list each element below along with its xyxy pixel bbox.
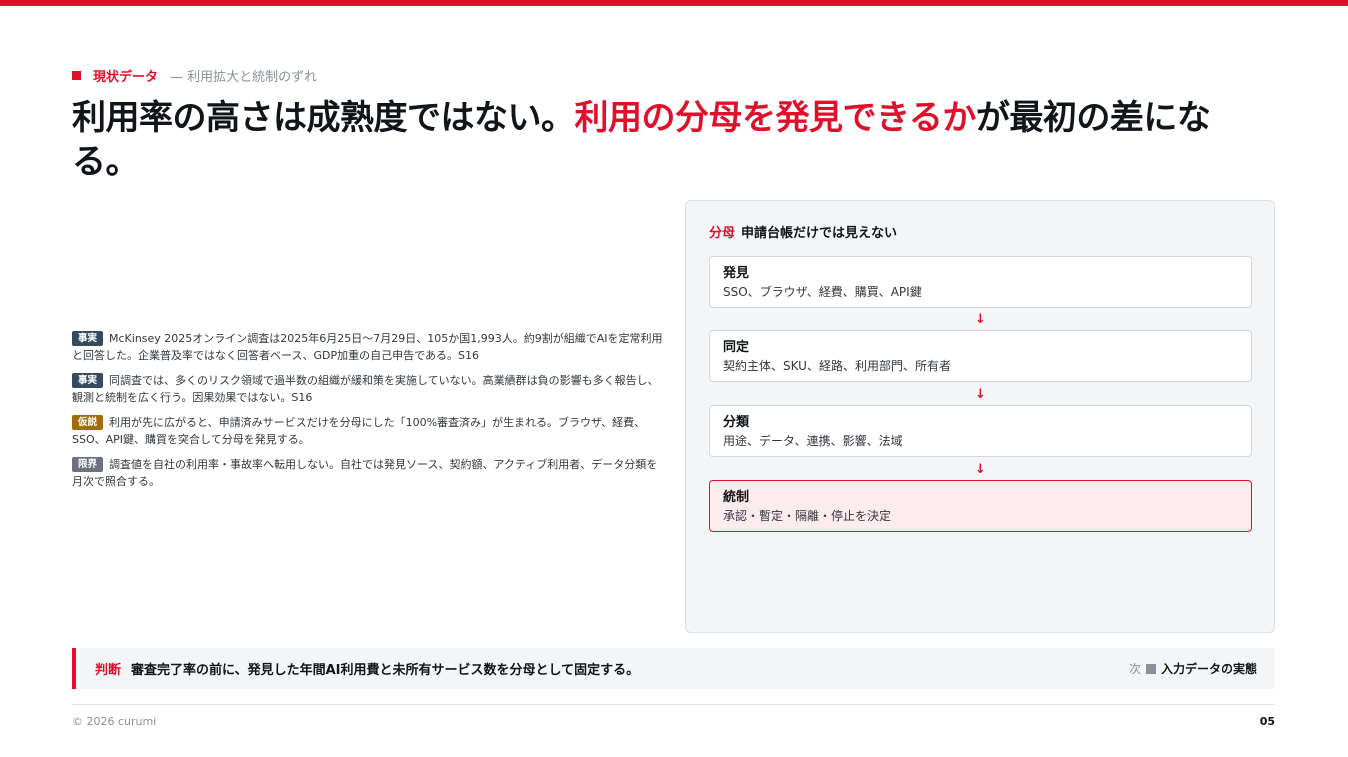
footer-divider <box>72 704 1275 705</box>
panel-heading: 分母 申請台帳だけでは見えない <box>709 222 897 241</box>
fact-tag: 事実 <box>72 331 104 346</box>
flow-step-discover: 発見 SSO、ブラウザ、経費、購買、API鍵 <box>709 256 1252 308</box>
flow-step-identify: 同定 契約主体、SKU、経路、利用部門、所有者 <box>709 330 1252 382</box>
copyright: © 2026 curumi <box>72 715 157 728</box>
flow-step-classify: 分類 用途、データ、連携、影響、法域 <box>709 405 1252 457</box>
note-text: McKinsey 2025オンライン調査は2025年6月25日〜7月29日、10… <box>72 332 663 362</box>
note-text: 利用が先に広がると、申請済みサービスだけを分母にした「100%審査済み」が生まれ… <box>72 416 646 446</box>
kicker-subtitle: — 利用拡大と統制のずれ <box>170 70 318 85</box>
step-description: 用途、データ、連携、影響、法域 <box>723 434 903 448</box>
denominator-flow-panel: 分母 申請台帳だけでは見えない 発見 SSO、ブラウザ、経費、購買、API鍵 ↓ … <box>685 200 1275 633</box>
step-title: 統制 <box>723 490 750 505</box>
next-section-label: 入力データの実態 <box>1160 662 1257 676</box>
panel-heading-accent: 分母 <box>709 226 736 241</box>
fact-tag: 事実 <box>72 373 104 388</box>
panel-heading-text: 申請台帳だけでは見えない <box>741 226 898 241</box>
note-text: 同調査では、多くのリスク領域で過半数の組織が緩和策を実施していない。高業績群は負… <box>72 374 659 404</box>
evidence-notes: 事実 McKinsey 2025オンライン調査は2025年6月25日〜7月29日、… <box>72 330 664 498</box>
kicker-square-icon <box>72 71 81 80</box>
title-highlight: 利用の分母を発見できるか <box>574 98 977 138</box>
limit-tag: 限界 <box>72 457 104 472</box>
next-word: 次 <box>1128 662 1141 676</box>
kicker-label: 現状データ <box>93 70 159 85</box>
step-description: SSO、ブラウザ、経費、購買、API鍵 <box>723 285 922 299</box>
note-item: 事実 McKinsey 2025オンライン調査は2025年6月25日〜7月29日、… <box>72 330 664 364</box>
title-part-1: 利用率の高さは成熟度ではない。 <box>72 98 575 138</box>
flow-step-govern: 統制 承認・暫定・隔離・停止を決定 <box>709 480 1252 532</box>
down-arrow-icon: ↓ <box>975 462 986 477</box>
step-title: 同定 <box>723 340 750 355</box>
note-item: 限界 調査値を自社の利用率・事故率へ転用しない。自社では発見ソース、契約額、アクテ… <box>72 456 664 490</box>
note-item: 事実 同調査では、多くのリスク領域で過半数の組織が緩和策を実施していない。高業績群… <box>72 372 664 406</box>
slide-title: 利用率の高さは成熟度ではない。利用の分母を発見できるかが最初の差になる。 <box>72 96 1272 184</box>
top-accent-bar <box>0 0 1348 6</box>
note-text: 調査値を自社の利用率・事故率へ転用しない。自社では発見ソース、契約額、アクティブ… <box>72 458 658 488</box>
next-section-hint: 次 入力データの実態 <box>1129 648 1257 689</box>
step-description: 承認・暫定・隔離・停止を決定 <box>723 509 892 523</box>
page-number: 05 <box>1259 715 1275 728</box>
decision-bar: 判断 審査完了率の前に、発見した年間AI利用費と未所有サービス数を分母として固定… <box>72 648 1275 689</box>
step-title: 発見 <box>723 266 750 281</box>
next-square-icon <box>1145 663 1156 674</box>
decision-text: 審査完了率の前に、発見した年間AI利用費と未所有サービス数を分母として固定する。 <box>131 663 640 678</box>
hypothesis-tag: 仮説 <box>72 415 104 430</box>
down-arrow-icon: ↓ <box>975 312 986 327</box>
down-arrow-icon: ↓ <box>975 387 986 402</box>
step-description: 契約主体、SKU、経路、利用部門、所有者 <box>723 359 951 373</box>
decision-label: 判断 <box>95 663 122 678</box>
section-kicker: 現状データ — 利用拡大と統制のずれ <box>72 66 317 85</box>
step-title: 分類 <box>723 415 750 430</box>
note-item: 仮説 利用が先に広がると、申請済みサービスだけを分母にした「100%審査済み」が生… <box>72 414 664 448</box>
